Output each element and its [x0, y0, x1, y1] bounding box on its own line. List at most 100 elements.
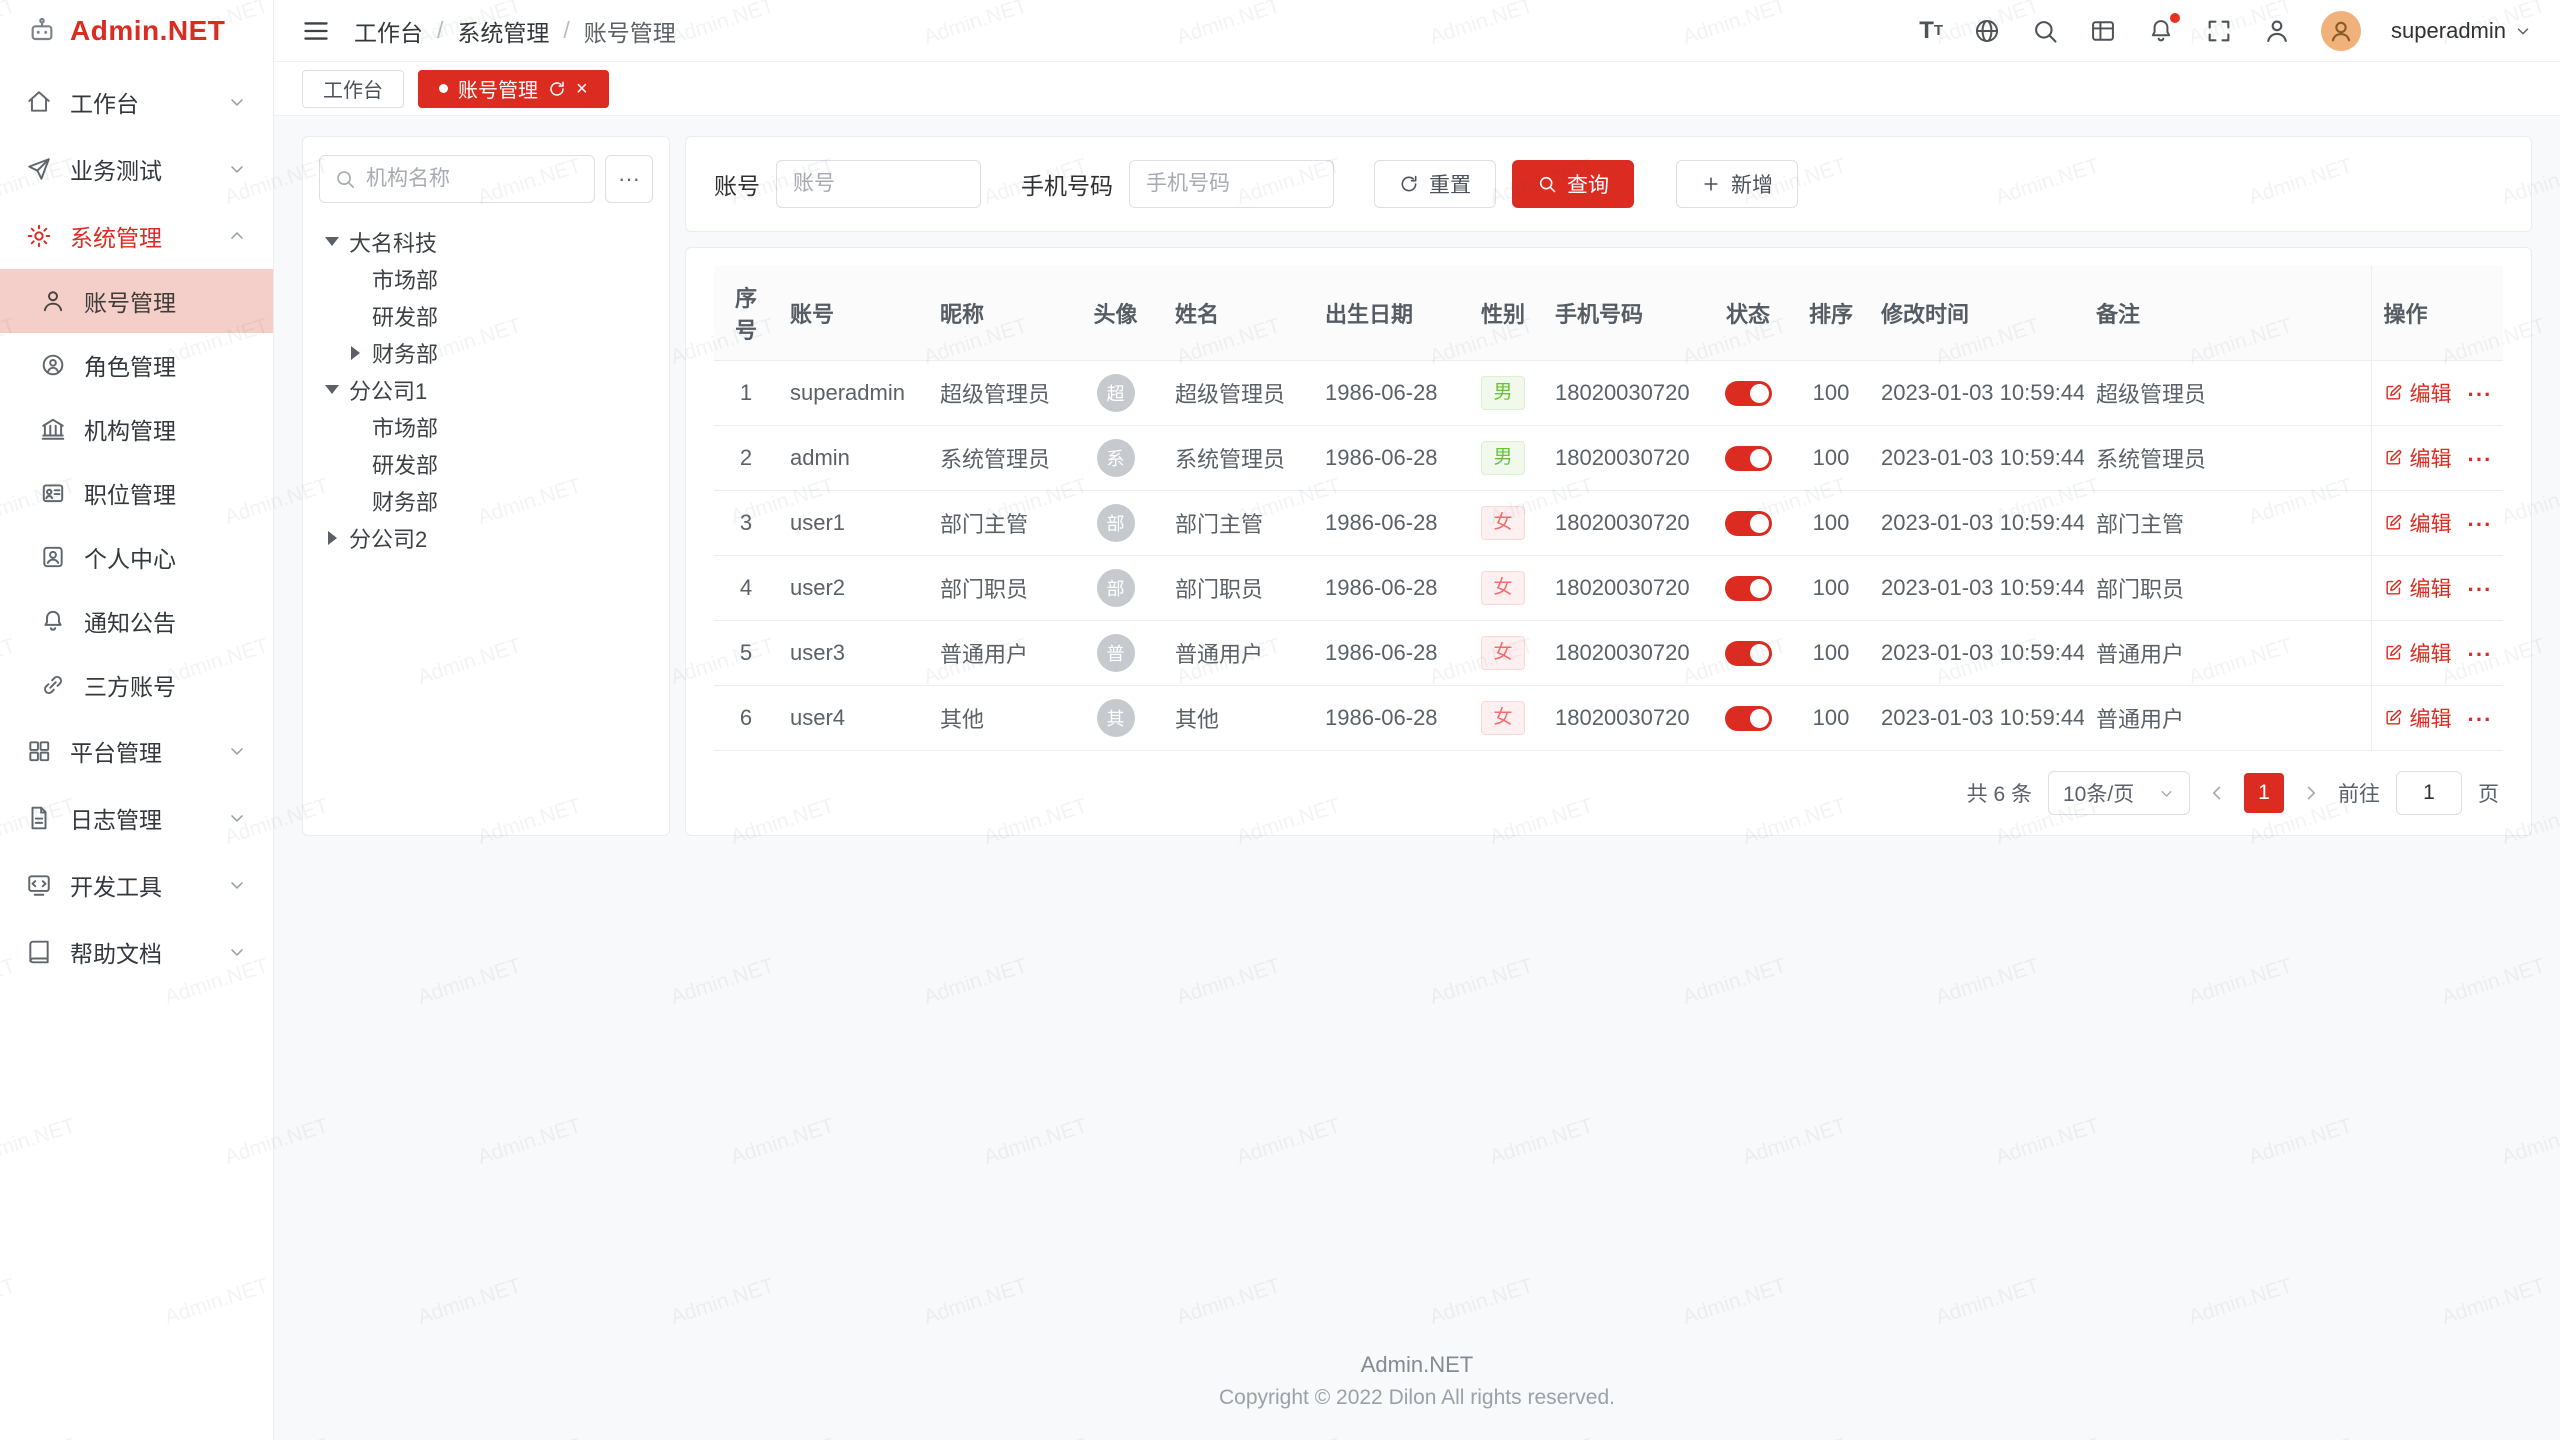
edit-label: 编辑 [2410, 508, 2452, 538]
row-more-button[interactable]: ··· [2468, 642, 2493, 667]
caret-right-icon[interactable] [348, 346, 362, 360]
sidebar-item-label: 角色管理 [84, 348, 176, 382]
prev-page-button[interactable] [2206, 782, 2228, 804]
caret-down-icon[interactable] [325, 383, 339, 397]
status-toggle[interactable] [1725, 511, 1772, 536]
col-modified: 修改时间 [1869, 266, 2084, 361]
tree-node[interactable]: 分公司1 [319, 371, 653, 408]
tree-node-label: 市场部 [372, 411, 438, 443]
col-gender: 性别 [1463, 266, 1543, 361]
edit-button[interactable]: 编辑 [2384, 573, 2452, 603]
edit-button[interactable]: 编辑 [2384, 508, 2452, 538]
row-more-button[interactable]: ··· [2468, 447, 2493, 472]
org-more-button[interactable]: ··· [605, 155, 653, 203]
row-more-button[interactable]: ··· [2468, 512, 2493, 537]
edit-button[interactable]: 编辑 [2384, 378, 2452, 408]
col-name: 姓名 [1163, 266, 1313, 361]
sidebar-item-platform-management[interactable]: 平台管理 [0, 717, 273, 784]
edit-button[interactable]: 编辑 [2384, 443, 2452, 473]
topbar: 工作台 / 系统管理 / 账号管理 TT [274, 0, 2560, 62]
chevron-down-icon [227, 875, 247, 895]
status-toggle[interactable] [1725, 446, 1772, 471]
goto-page-input[interactable] [2396, 771, 2462, 815]
accounts-table: 序号 账号 昵称 头像 姓名 出生日期 性别 手机号码 状态 排序 修改时间 [714, 266, 2503, 751]
sidebar-item-log-management[interactable]: 日志管理 [0, 784, 273, 851]
username-dropdown[interactable]: superadmin [2391, 18, 2532, 44]
sidebar-item-help-docs[interactable]: 帮助文档 [0, 918, 273, 985]
chevron-down-icon [2514, 22, 2532, 40]
font-size-icon[interactable]: TT [1919, 19, 1943, 43]
sidebar-item-system-management[interactable]: 系统管理 [0, 202, 273, 269]
accounts-table-card: 序号 账号 昵称 头像 姓名 出生日期 性别 手机号码 状态 排序 修改时间 [685, 247, 2532, 836]
tree-node[interactable]: 分公司2 [319, 519, 653, 556]
caret-down-icon[interactable] [325, 235, 339, 249]
cell-account: user1 [778, 491, 928, 556]
tree-node[interactable]: 财务部 [319, 334, 653, 371]
tab-account-management[interactable]: 账号管理 × [418, 70, 609, 108]
status-toggle[interactable] [1725, 641, 1772, 666]
col-phone: 手机号码 [1543, 266, 1703, 361]
tab-refresh-icon[interactable] [548, 80, 566, 98]
edit-button[interactable]: 编辑 [2384, 638, 2452, 668]
sidebar-item-role-management[interactable]: 角色管理 [0, 333, 273, 397]
tree-node[interactable]: 大名科技 [319, 223, 653, 260]
sidebar-item-label: 个人中心 [84, 540, 176, 574]
next-page-button[interactable] [2300, 782, 2322, 804]
account-input[interactable] [776, 160, 981, 208]
add-button[interactable]: 新增 [1676, 160, 1798, 208]
sidebar-item-account-management[interactable]: 账号管理 [0, 269, 273, 333]
cell-index: 4 [714, 556, 778, 621]
sidebar-item-business-test[interactable]: 业务测试 [0, 135, 273, 202]
status-toggle[interactable] [1725, 576, 1772, 601]
layout-icon[interactable] [2089, 17, 2117, 45]
tree-node[interactable]: 财务部 [319, 482, 653, 519]
globe-icon[interactable] [1973, 17, 2001, 45]
cell-index: 6 [714, 686, 778, 751]
edit-button[interactable]: 编辑 [2384, 703, 2452, 733]
user-profile-icon[interactable] [2263, 17, 2291, 45]
sidebar-item-dev-tools[interactable]: 开发工具 [0, 851, 273, 918]
cell-sort: 100 [1793, 491, 1869, 556]
search-icon[interactable] [2031, 17, 2059, 45]
sidebar-item-position-management[interactable]: 职位管理 [0, 461, 273, 525]
search-button[interactable]: 查询 [1512, 160, 1634, 208]
tree-node[interactable]: 市场部 [319, 260, 653, 297]
hamburger-menu-icon[interactable] [302, 17, 330, 45]
logo[interactable]: Admin.NET [0, 0, 273, 62]
breadcrumb-item[interactable]: 系统管理 [457, 14, 549, 48]
sidebar-item-label: 机构管理 [84, 412, 176, 446]
reset-button[interactable]: 重置 [1374, 160, 1496, 208]
avatar[interactable] [2321, 11, 2361, 51]
org-search-input[interactable] [366, 167, 580, 191]
page-size-select[interactable]: 10条/页 [2048, 771, 2190, 815]
sidebar-item-third-party-account[interactable]: 三方账号 [0, 653, 273, 717]
status-toggle[interactable] [1725, 381, 1772, 406]
row-more-button[interactable]: ··· [2468, 577, 2493, 602]
sidebar-item-workbench[interactable]: 工作台 [0, 68, 273, 135]
sidebar-item-org-management[interactable]: 机构管理 [0, 397, 273, 461]
current-page-button[interactable]: 1 [2244, 773, 2284, 813]
phone-input[interactable] [1129, 160, 1334, 208]
notification-bell-icon[interactable] [2147, 17, 2175, 45]
tree-node[interactable]: 市场部 [319, 408, 653, 445]
row-more-button[interactable]: ··· [2468, 382, 2493, 407]
col-birthday: 出生日期 [1313, 266, 1463, 361]
breadcrumb-item[interactable]: 工作台 [354, 14, 423, 48]
edit-label: 编辑 [2410, 638, 2452, 668]
caret-right-icon[interactable] [325, 531, 339, 545]
sidebar-item-personal-center[interactable]: 个人中心 [0, 525, 273, 589]
cell-account: admin [778, 426, 928, 491]
status-toggle[interactable] [1725, 706, 1772, 731]
table-header-row: 序号 账号 昵称 头像 姓名 出生日期 性别 手机号码 状态 排序 修改时间 [714, 266, 2503, 361]
page-unit-label: 页 [2478, 778, 2499, 808]
fullscreen-icon[interactable] [2205, 17, 2233, 45]
breadcrumb-item[interactable]: 账号管理 [584, 14, 676, 48]
cell-nickname: 普通用户 [928, 621, 1068, 686]
tab-workbench[interactable]: 工作台 [302, 70, 404, 108]
tree-node[interactable]: 研发部 [319, 297, 653, 334]
tree-node[interactable]: 研发部 [319, 445, 653, 482]
row-more-button[interactable]: ··· [2468, 707, 2493, 732]
tab-close-icon[interactable]: × [576, 79, 588, 99]
sidebar-item-notice-announcement[interactable]: 通知公告 [0, 589, 273, 653]
app-title: Admin.NET [70, 15, 225, 47]
